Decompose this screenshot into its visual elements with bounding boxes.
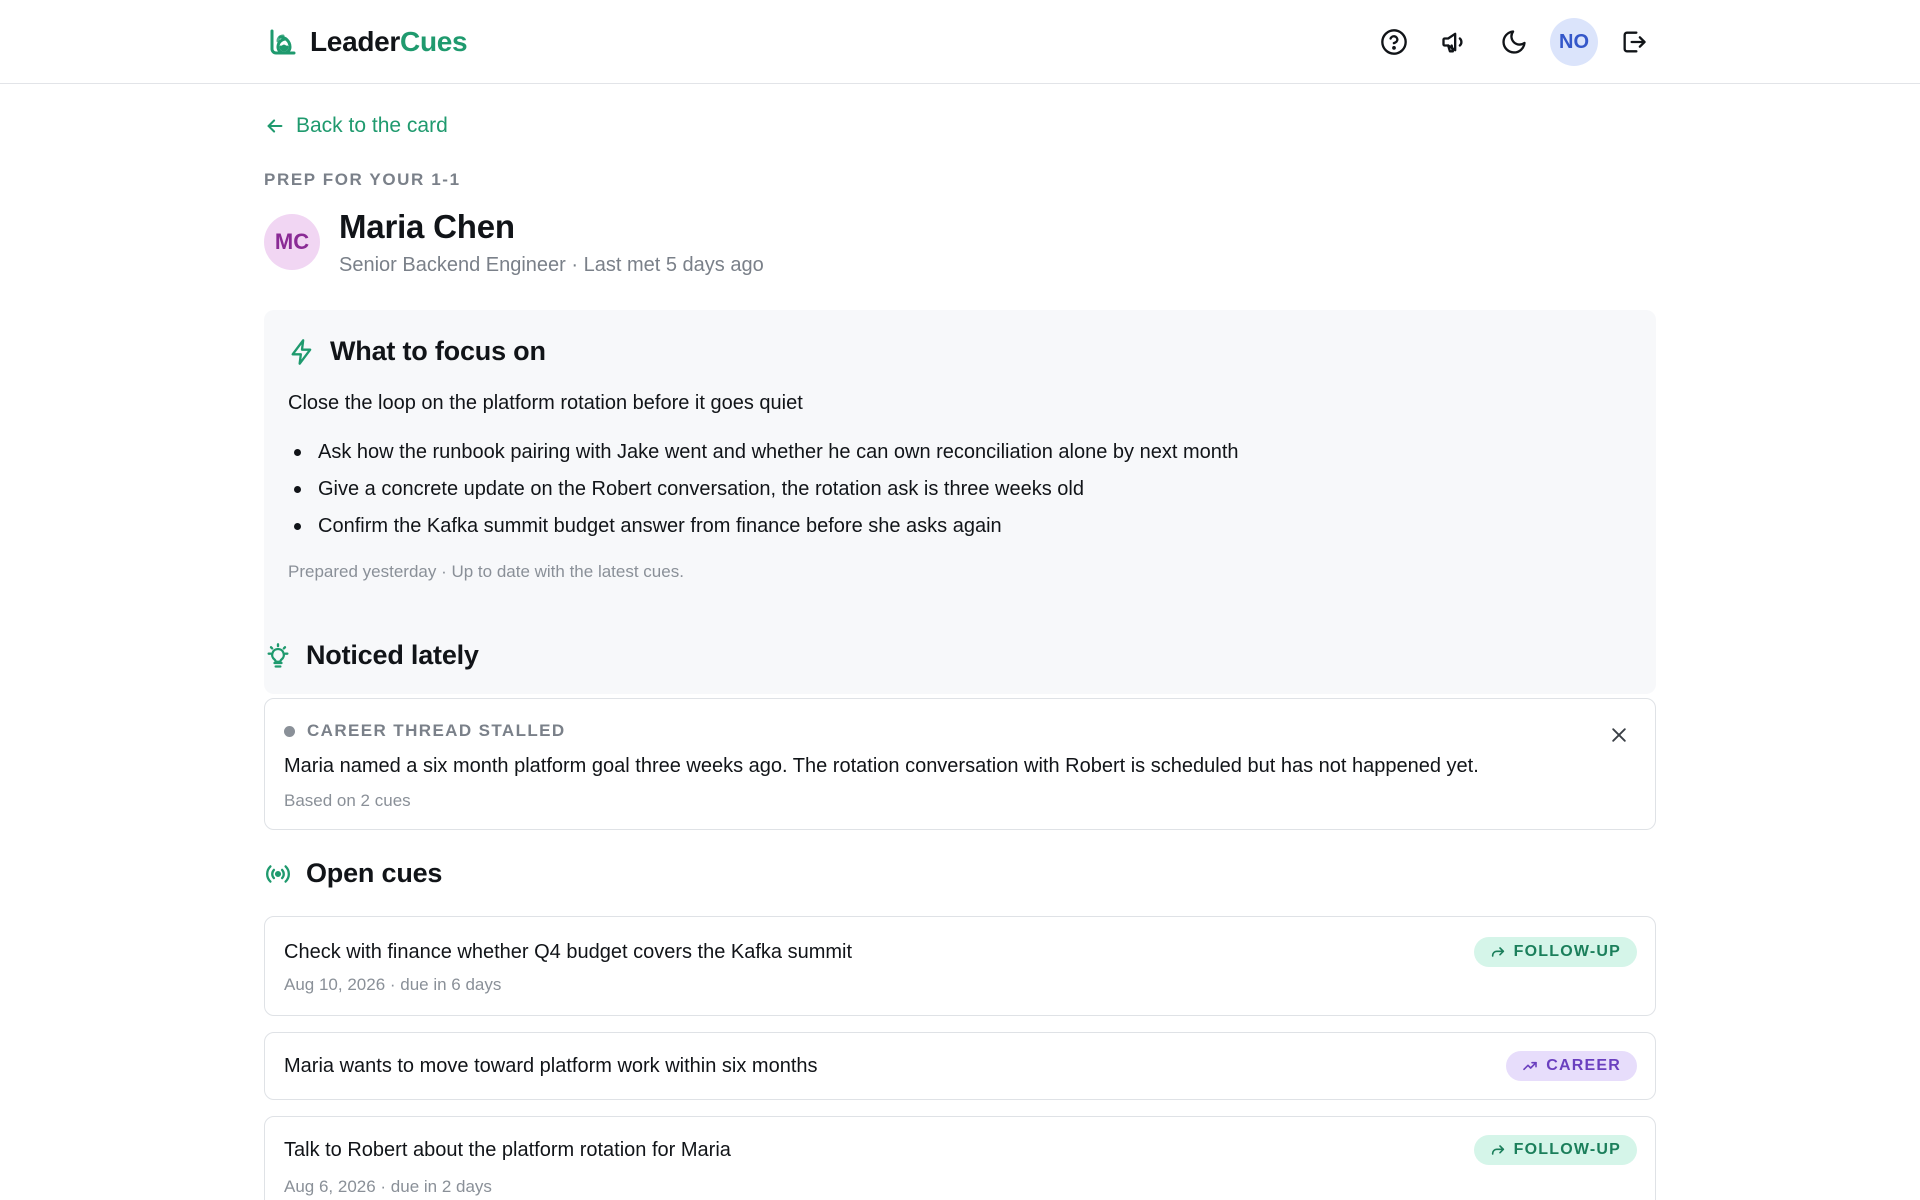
focus-list: Ask how the runbook pairing with Jake we… — [288, 434, 1239, 545]
user-avatar[interactable]: NO — [1550, 18, 1598, 66]
theme-toggle-button[interactable] — [1490, 18, 1538, 66]
focus-item: Ask how the runbook pairing with Jake we… — [288, 434, 1239, 471]
person-header: MC Maria Chen Senior Backend Engineer · … — [264, 208, 1164, 288]
lightning-icon — [291, 338, 312, 365]
back-link-label: Back to the card — [296, 114, 448, 137]
top-bar: LeaderCues NO — [0, 0, 1920, 84]
cue-title: Check with finance whether Q4 budget cov… — [284, 941, 853, 963]
reply-arrow-icon — [1491, 947, 1504, 957]
bullet-dot — [294, 486, 301, 493]
focus-item: Confirm the Kafka summit budget answer f… — [288, 508, 1239, 545]
person-subtitle: Senior Backend Engineer · Last met 5 day… — [339, 254, 764, 276]
leadercues-logo-icon — [270, 29, 296, 55]
prep-eyebrow: PREP FOR YOUR 1-1 — [264, 170, 461, 189]
logout-icon — [1623, 31, 1646, 53]
trend-up-icon — [1523, 1061, 1538, 1071]
signal-icon — [266, 864, 290, 883]
person-avatar: MC — [264, 214, 320, 270]
header-actions: NO — [1370, 18, 1670, 66]
person-name: Maria Chen — [339, 208, 515, 245]
logout-button[interactable] — [1610, 18, 1658, 66]
focus-meta: Prepared yesterday · Up to date with the… — [288, 562, 684, 581]
announcements-button[interactable] — [1430, 18, 1478, 66]
lightbulb-icon — [267, 642, 289, 668]
brand-name: LeaderCues — [310, 26, 468, 57]
help-icon — [1381, 29, 1407, 55]
megaphone-icon — [1442, 32, 1463, 53]
help-button[interactable] — [1370, 18, 1418, 66]
cue-meta: Aug 10, 2026 · due in 6 days — [284, 975, 502, 994]
focus-card: What to focus on Close the loop on the p… — [264, 310, 1656, 694]
cue-title: Talk to Robert about the platform rotati… — [284, 1139, 731, 1161]
cues-heading: Open cues — [264, 858, 442, 889]
career-badge: CAREER — [1506, 1051, 1637, 1081]
noticed-title: Noticed lately — [306, 640, 479, 670]
close-icon — [1612, 728, 1626, 742]
notice-meta: Based on 2 cues — [284, 791, 411, 810]
noticed-heading: Noticed lately — [264, 640, 479, 671]
focus-heading: What to focus on — [288, 336, 546, 367]
follow-up-badge: FOLLOW-UP — [1473, 937, 1637, 967]
reply-arrow-icon — [1491, 1145, 1504, 1155]
arrow-left-icon — [267, 119, 283, 133]
cue-title: Maria wants to move toward platform work… — [284, 1055, 818, 1077]
focus-title: What to focus on — [330, 336, 546, 366]
cue-card[interactable]: Check with finance whether Q4 budget cov… — [264, 916, 1656, 1016]
cue-card[interactable]: Maria wants to move toward platform work… — [264, 1032, 1656, 1100]
brand-logo[interactable]: LeaderCues — [268, 24, 468, 60]
bullet-dot — [294, 523, 301, 530]
notice-card: CAREER THREAD STALLED Maria named a six … — [264, 698, 1656, 830]
cue-card[interactable]: Talk to Robert about the platform rotati… — [264, 1116, 1656, 1200]
notice-text: Maria named a six month platform goal th… — [284, 755, 1479, 777]
cues-title: Open cues — [306, 858, 443, 888]
notice-tag: CAREER THREAD STALLED — [284, 721, 566, 741]
moon-icon — [1502, 30, 1526, 54]
back-to-card-link[interactable]: Back to the card — [264, 110, 448, 142]
status-dot — [284, 725, 295, 737]
focus-lead: Close the loop on the platform rotation … — [288, 392, 803, 414]
bullet-dot — [294, 449, 301, 456]
cue-meta: Aug 6, 2026 · due in 2 days — [284, 1177, 492, 1196]
dismiss-notice-button[interactable] — [1605, 721, 1633, 749]
focus-item: Give a concrete update on the Robert con… — [288, 471, 1239, 508]
follow-up-badge: FOLLOW-UP — [1473, 1135, 1637, 1165]
